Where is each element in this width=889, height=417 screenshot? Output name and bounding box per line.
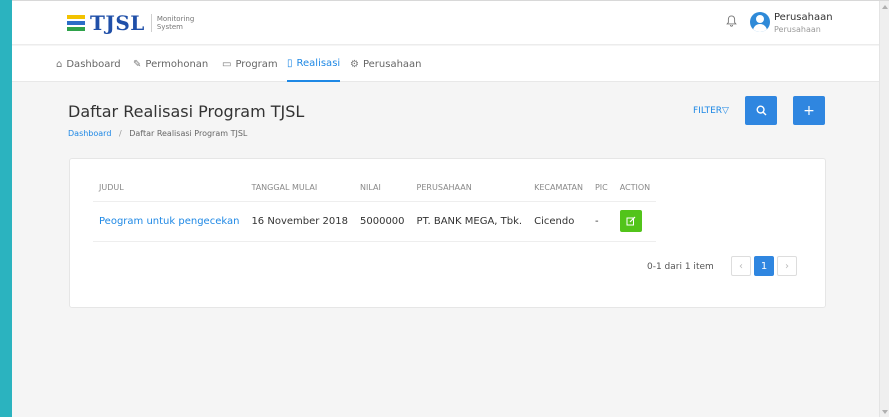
top-header: TJSL Monitoring System Perusahaan Perusa… (12, 1, 879, 45)
breadcrumb-separator: / (118, 129, 122, 138)
table-card: JUDUL TANGGAL MULAI NILAI PERUSAHAAN KEC… (69, 158, 826, 308)
logo-divider (150, 14, 152, 32)
search-button[interactable] (745, 96, 777, 125)
nav-item-realisasi[interactable]: ▯ Realisasi (287, 46, 341, 82)
realisasi-table: JUDUL TANGGAL MULAI NILAI PERUSAHAAN KEC… (93, 174, 657, 242)
nav-item-dashboard[interactable]: ⌂ Dashboard (56, 46, 121, 82)
column-header-kecamatan[interactable]: KECAMATAN (528, 174, 589, 202)
pagination-next-button[interactable]: › (777, 256, 797, 276)
filter-icon: ▽ (722, 106, 729, 116)
cell-judul[interactable]: Peogram untuk pengecekan (93, 201, 246, 242)
brand-subtitle-line1: Monitoring (156, 15, 195, 23)
filter-label: FILTER (693, 106, 723, 116)
edit-icon (626, 216, 636, 226)
column-header-action: ACTION (613, 174, 657, 202)
edit-button[interactable] (619, 210, 642, 232)
add-button[interactable]: + (793, 96, 825, 125)
scroll-down-arrow-icon[interactable] (882, 410, 888, 414)
cell-nilai: 5000000 (354, 201, 411, 242)
cell-pic: - (588, 201, 614, 242)
app-window: TJSL Monitoring System Perusahaan Perusa… (12, 0, 889, 417)
plus-icon: + (803, 102, 815, 119)
table-row: Peogram untuk pengecekan 16 November 201… (93, 201, 657, 242)
column-header-judul[interactable]: JUDUL (93, 174, 246, 202)
column-header-pic[interactable]: PIC (588, 174, 614, 202)
column-header-nilai[interactable]: NILAI (354, 174, 411, 202)
bell-icon[interactable] (726, 14, 737, 28)
pencil-icon: ✎ (133, 58, 142, 70)
home-icon: ⌂ (56, 58, 63, 70)
nav-item-label: Permohonan (145, 58, 209, 70)
user-role: Perusahaan (774, 25, 821, 34)
nav-item-label: Realisasi (296, 57, 341, 69)
gear-icon: ⚙ (350, 58, 359, 70)
main-nav: ⌂ Dashboard ✎ Permohonan ▭ Program ▯ Rea… (12, 46, 879, 82)
breadcrumb-current: Daftar Realisasi Program TJSL (129, 129, 248, 138)
breadcrumb: Dashboard / Daftar Realisasi Program TJS… (68, 129, 247, 138)
user-avatar-icon[interactable] (750, 12, 770, 32)
folder-icon: ▭ (222, 58, 232, 70)
brand-name: TJSL (90, 11, 145, 35)
brand-subtitle: Monitoring System (157, 15, 194, 31)
pagination-page-button[interactable]: 1 (754, 256, 774, 276)
pagination-info: 0-1 dari 1 item (647, 262, 714, 272)
brand-logo[interactable]: TJSL Monitoring System (67, 11, 194, 35)
cell-kecamatan: Cicendo (528, 201, 589, 242)
table-header-row: JUDUL TANGGAL MULAI NILAI PERUSAHAAN KEC… (93, 174, 657, 202)
file-icon: ▯ (287, 57, 293, 69)
nav-item-program[interactable]: ▭ Program (222, 46, 278, 82)
logo-mark-icon (67, 15, 85, 31)
cell-tanggal-mulai: 16 November 2018 (245, 201, 354, 242)
column-header-perusahaan[interactable]: PERUSAHAAN (410, 174, 529, 202)
nav-item-permohonan[interactable]: ✎ Permohonan (133, 46, 208, 82)
nav-item-perusahaan[interactable]: ⚙ Perusahaan (350, 46, 422, 82)
nav-item-label: Program (235, 58, 278, 70)
nav-item-label: Dashboard (66, 58, 121, 70)
pagination-prev-button[interactable]: ‹ (731, 256, 751, 276)
user-name[interactable]: Perusahaan (774, 12, 833, 23)
search-icon (755, 105, 766, 116)
breadcrumb-dashboard-link[interactable]: Dashboard (68, 129, 111, 138)
cell-action (613, 201, 657, 242)
cell-perusahaan: PT. BANK MEGA, Tbk. (410, 201, 529, 242)
vertical-scrollbar[interactable] (879, 1, 889, 417)
brand-subtitle-line2: System (156, 23, 183, 31)
nav-item-label: Perusahaan (362, 58, 422, 70)
column-header-tanggal-mulai[interactable]: TANGGAL MULAI (245, 174, 354, 202)
filter-button[interactable]: FILTER▽ (693, 106, 729, 116)
scroll-up-arrow-icon[interactable] (882, 5, 888, 9)
page-title: Daftar Realisasi Program TJSL (68, 102, 305, 121)
